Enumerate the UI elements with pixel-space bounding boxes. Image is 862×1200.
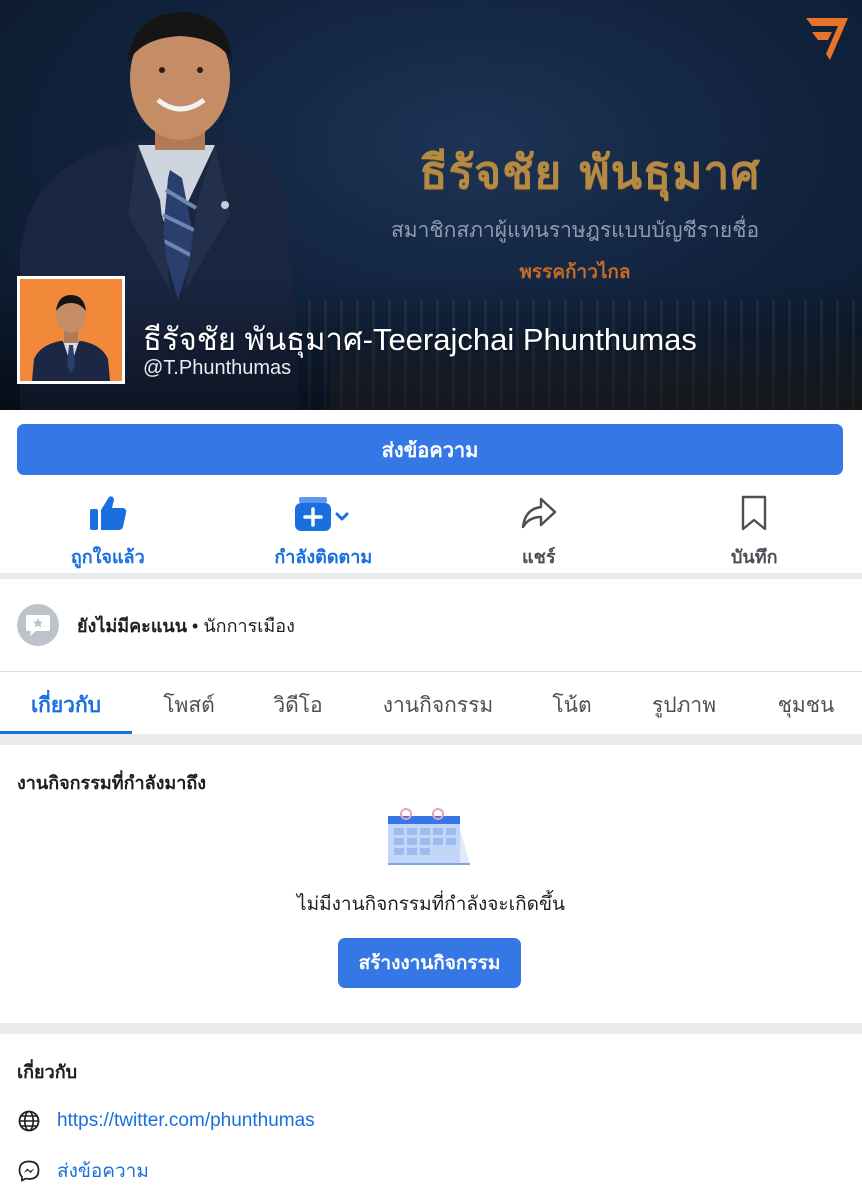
page-handle: @T.Phunthumas: [143, 357, 292, 379]
tab-about[interactable]: เกี่ยวกับ: [0, 676, 132, 734]
share-icon: [521, 493, 557, 533]
calendar-icon: [388, 808, 470, 865]
message-row: ส่งข้อความ: [17, 1158, 149, 1184]
thumbs-up-icon: [89, 493, 127, 533]
like-button[interactable]: ถูกใจแล้ว: [0, 485, 216, 573]
divider: [0, 573, 862, 579]
profile-picture[interactable]: [17, 276, 125, 384]
tab-community[interactable]: ชุมชน: [750, 676, 862, 734]
send-message-link[interactable]: ส่งข้อความ: [57, 1156, 149, 1186]
tab-notes[interactable]: โน้ต: [526, 676, 618, 734]
tab-photos[interactable]: รูปภาพ: [618, 676, 750, 734]
page-actions: ถูกใจแล้ว กำลังติดตาม แชร์ บันทึก: [0, 485, 862, 573]
following-icon: [295, 493, 351, 533]
following-label: กำลังติดตาม: [274, 547, 373, 567]
save-label: บันทึก: [731, 547, 778, 567]
website-row: https://twitter.com/phunthumas: [17, 1108, 315, 1134]
rating-star-icon: [17, 604, 59, 646]
rating-text: ยังไม่มีคะแนน • นักการเมือง: [77, 611, 295, 640]
party-logo-icon: [806, 18, 848, 60]
rating-status: ยังไม่มีคะแนน: [77, 615, 188, 636]
page-category: นักการเมือง: [203, 615, 295, 636]
tab-posts[interactable]: โพสต์: [132, 676, 246, 734]
cover-role: สมาชิกสภาผู้แทนราษฎรแบบบัญชีรายชื่อ: [390, 219, 760, 242]
rating-separator: •: [187, 615, 204, 636]
save-button[interactable]: บันทึก: [647, 485, 862, 573]
cover-title: ธีรัจชัย พันธุมาศ: [419, 145, 761, 199]
tab-videos[interactable]: วิดีโอ: [246, 676, 350, 734]
globe-icon: [17, 1109, 41, 1133]
share-label: แชร์: [522, 547, 556, 567]
divider: [0, 671, 862, 672]
following-button[interactable]: กำลังติดตาม: [216, 485, 432, 573]
tab-events[interactable]: งานกิจกรรม: [350, 676, 526, 734]
no-events-text: ไม่มีงานกิจกรรมที่กำลังจะเกิดขึ้น: [297, 894, 565, 915]
events-title: งานกิจกรรมที่กำลังมาถึง: [17, 773, 207, 793]
rating-row[interactable]: ยังไม่มีคะแนน • นักการเมือง: [17, 603, 295, 647]
divider: [0, 1023, 862, 1034]
messenger-icon: [17, 1159, 41, 1183]
divider: [0, 734, 862, 745]
bookmark-icon: [741, 493, 767, 533]
about-title: เกี่ยวกับ: [17, 1062, 78, 1082]
page-tabs: เกี่ยวกับ โพสต์ วิดีโอ งานกิจกรรม โน้ต ร…: [0, 676, 862, 734]
avatar: [20, 279, 122, 381]
create-event-button[interactable]: สร้างงานกิจกรรม: [338, 938, 521, 988]
share-button[interactable]: แชร์: [431, 485, 647, 573]
like-label: ถูกใจแล้ว: [70, 547, 145, 567]
website-link[interactable]: https://twitter.com/phunthumas: [57, 1110, 315, 1132]
send-message-button[interactable]: ส่งข้อความ: [17, 424, 843, 475]
